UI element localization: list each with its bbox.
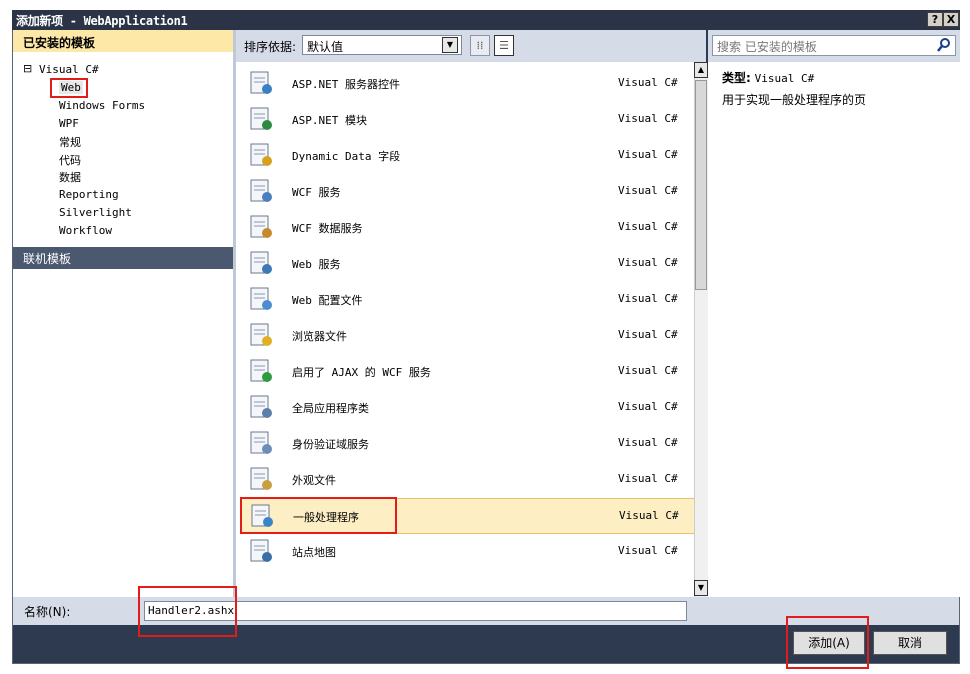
item-name: Web 配置文件	[292, 294, 363, 307]
highlight-name-input	[138, 586, 237, 637]
item-language: Visual C#	[618, 364, 678, 377]
auth-domain-icon	[250, 431, 272, 454]
sort-select[interactable]: 默认值	[302, 35, 462, 55]
list-item[interactable]: 全局应用程序类 Visual C#	[240, 390, 694, 424]
list-item[interactable]: Web 配置文件 Visual C#	[240, 282, 694, 316]
search-input[interactable]: 搜索 已安装的模板	[712, 35, 956, 56]
highlight-web	[50, 78, 88, 98]
item-language: Visual C#	[618, 112, 678, 125]
global-app-icon	[250, 395, 272, 418]
wcf-data-icon	[250, 215, 272, 238]
item-description: 用于实现一般处理程序的页	[722, 93, 867, 107]
list-view-icon[interactable]: ☰	[494, 35, 514, 56]
list-item[interactable]: WCF 数据服务 Visual C#	[240, 210, 694, 244]
server-control-icon	[250, 71, 272, 94]
item-language: Visual C#	[618, 220, 678, 233]
item-name: 站点地图	[292, 546, 336, 559]
tree-item-wpf[interactable]: WPF	[59, 117, 79, 130]
tree-item-silverlight[interactable]: Silverlight	[59, 206, 132, 219]
item-name: WCF 数据服务	[292, 222, 363, 235]
tree-item-general[interactable]: 常规	[59, 134, 81, 150]
left-panel-empty	[13, 269, 233, 597]
tree-item-reporting[interactable]: Reporting	[59, 188, 119, 201]
item-name: ASP.NET 模块	[292, 114, 367, 127]
list-item[interactable]: 身份验证域服务 Visual C#	[240, 426, 694, 460]
module-icon	[250, 107, 272, 130]
item-language: Visual C#	[618, 76, 678, 89]
wcf-service-icon	[250, 179, 272, 202]
name-label: 名称(N):	[24, 605, 71, 619]
list-item[interactable]: 站点地图 Visual C#	[240, 534, 694, 568]
installed-templates-header: 已安装的模板	[13, 30, 233, 52]
tree-item-code[interactable]: 代码	[59, 152, 81, 168]
tree-collapse-icon[interactable]: ⊟	[23, 62, 32, 75]
details-panel	[708, 62, 960, 597]
item-name: ASP.NET 服务器控件	[292, 78, 400, 91]
web-config-icon	[250, 287, 272, 310]
scroll-thumb[interactable]	[695, 80, 707, 290]
tree-item-data[interactable]: 数据	[59, 169, 81, 185]
item-language: Visual C#	[618, 256, 678, 269]
item-language: Visual C#	[618, 472, 678, 485]
item-language: Visual C#	[619, 509, 679, 522]
skin-file-icon	[250, 467, 272, 490]
item-language: Visual C#	[618, 292, 678, 305]
list-item[interactable]: 外观文件 Visual C#	[240, 462, 694, 496]
type-value: Visual C#	[754, 72, 815, 85]
template-tree: ⊟ Visual C# Web Windows Forms WPF 常规 代码 …	[13, 52, 233, 242]
tree-item-windows-forms[interactable]: Windows Forms	[59, 99, 145, 112]
medium-icons-view-icon[interactable]: ⁞⁞	[470, 35, 490, 56]
item-language: Visual C#	[618, 544, 678, 557]
list-item[interactable]: Dynamic Data 字段 Visual C#	[240, 138, 694, 172]
item-language: Visual C#	[618, 436, 678, 449]
type-label: 类型:	[722, 71, 751, 85]
close-button[interactable]: X	[943, 12, 959, 27]
cancel-button[interactable]: 取消	[873, 631, 947, 655]
item-name: Web 服务	[292, 258, 341, 271]
item-language: Visual C#	[618, 148, 678, 161]
item-name: 外观文件	[292, 474, 336, 487]
list-item[interactable]: ASP.NET 服务器控件 Visual C#	[240, 66, 694, 100]
tree-item-workflow[interactable]: Workflow	[59, 224, 112, 237]
list-item[interactable]: ASP.NET 模块 Visual C#	[240, 102, 694, 136]
item-language: Visual C#	[618, 184, 678, 197]
item-name: 全局应用程序类	[292, 402, 369, 415]
help-button[interactable]: ?	[927, 12, 943, 27]
item-name: Dynamic Data 字段	[292, 150, 401, 163]
tree-root-visual-csharp[interactable]: Visual C#	[39, 63, 99, 76]
ajax-wcf-icon	[250, 359, 272, 382]
item-name: 浏览器文件	[292, 330, 347, 343]
highlight-add-button	[786, 616, 869, 669]
item-language: Visual C#	[618, 328, 678, 341]
type-line: 类型: Visual C#	[722, 69, 814, 86]
web-service-icon	[250, 251, 272, 274]
list-item[interactable]: 启用了 AJAX 的 WCF 服务 Visual C#	[240, 354, 694, 388]
item-name: 身份验证域服务	[292, 438, 369, 451]
item-name: WCF 服务	[292, 186, 341, 199]
item-name: 启用了 AJAX 的 WCF 服务	[292, 366, 431, 379]
scroll-up-icon[interactable]: ▲	[694, 62, 708, 78]
list-item[interactable]: WCF 服务 Visual C#	[240, 174, 694, 208]
chevron-down-icon[interactable]: ▼	[442, 37, 458, 53]
online-templates[interactable]: 联机模板	[13, 247, 233, 269]
list-item[interactable]: Web 服务 Visual C#	[240, 246, 694, 280]
dynamic-data-icon	[250, 143, 272, 166]
sitemap-icon	[250, 539, 272, 562]
scroll-down-icon[interactable]: ▼	[694, 580, 708, 596]
sort-label: 排序依据:	[244, 40, 297, 54]
window-title: 添加新项 - WebApplication1	[16, 14, 188, 28]
highlight-generic-handler	[240, 497, 397, 534]
browser-file-icon	[250, 323, 272, 346]
item-language: Visual C#	[618, 400, 678, 413]
search-icon[interactable]	[936, 37, 952, 53]
list-item[interactable]: 浏览器文件 Visual C#	[240, 318, 694, 352]
